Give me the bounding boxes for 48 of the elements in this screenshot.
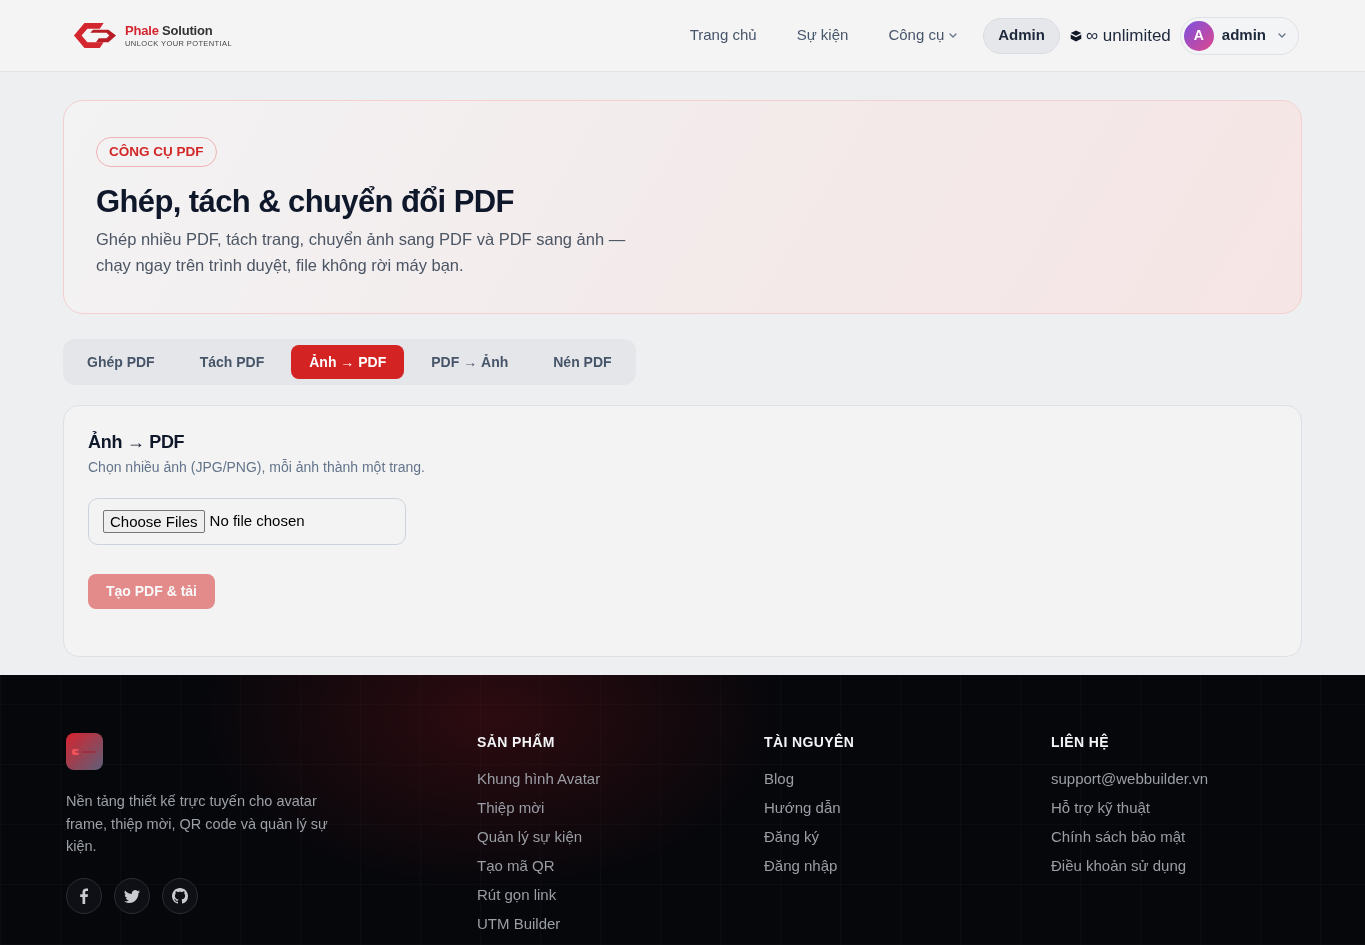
chevron-down-icon [949, 33, 958, 38]
footer-link[interactable]: Đăng ký [764, 826, 820, 849]
github-icon [172, 887, 188, 904]
page-title: Ghép, tách & chuyển đổi PDF [96, 183, 515, 221]
choose-files-button[interactable]: Choose Files [103, 509, 205, 533]
avatar: A [1183, 20, 1214, 51]
chevron-down-icon [1278, 33, 1286, 38]
social-link[interactable] [66, 877, 102, 914]
nav-link[interactable]: Trang chủ [689, 24, 757, 47]
footer-link[interactable]: Hỗ trợ kỹ thuật [1051, 797, 1151, 820]
footer-link[interactable]: Rút gọn link [477, 884, 557, 907]
footer-link[interactable]: support@webbuilder.vn [1051, 768, 1208, 791]
footer-link[interactable]: Blog [764, 768, 795, 791]
twitter-icon [124, 887, 140, 904]
quota-text: ∞ unlimited [1085, 24, 1171, 47]
footer-link[interactable]: Hướng dẫn [764, 797, 841, 820]
tool-tab[interactable]: Tách PDF [181, 345, 283, 379]
footer-link[interactable]: Khung hình Avatar [477, 768, 601, 791]
footer-link[interactable]: Đăng nhập [764, 855, 838, 878]
panel-title: Ảnh → PDF [88, 432, 186, 454]
social-link[interactable] [114, 877, 150, 914]
footer-link[interactable]: Quản lý sự kiện [477, 826, 583, 849]
file-input[interactable]: Choose Files No file chosen [88, 497, 406, 545]
cube-icon [1069, 29, 1082, 42]
tool-tab[interactable]: Ghép PDF [69, 345, 173, 379]
logo-icon [73, 22, 117, 49]
footer-description: Nền tảng thiết kế trực tuyến cho avatar frame, thiệp mời, QR code và quản lý sự kiện. [66, 792, 329, 856]
admin-button[interactable]: Admin [983, 17, 1060, 54]
tool-tab[interactable]: Ảnh → PDF [291, 345, 405, 379]
nav-link[interactable]: Công cụ [888, 24, 958, 47]
footer-heading: LIÊN HỆ [1051, 733, 1111, 751]
footer-link[interactable]: UTM Builder [477, 913, 561, 936]
brand-name: Phale Solution [125, 23, 214, 37]
file-status-text: No file chosen [209, 510, 305, 531]
user-menu-button[interactable]: A admin [1179, 16, 1299, 55]
panel-description: Chọn nhiều ảnh (JPG/PNG), mỗi ảnh thành một trang. [88, 457, 426, 477]
footer-link[interactable]: Điều khoản sử dụng [1051, 855, 1187, 878]
nav-link[interactable]: Sự kiện [796, 24, 849, 47]
social-link[interactable] [162, 877, 198, 914]
tool-tab[interactable]: PDF → Ảnh [413, 345, 527, 379]
page-subtitle: Ghép nhiều PDF, tách trang, chuyển ảnh sang PDF và PDF sang ảnh — chạy ngay trên trình duyệt, file không rời máy bạn. [96, 229, 627, 277]
footer-heading: TÀI NGUYÊN [764, 733, 856, 751]
footer-heading: SẢN PHẨM [477, 733, 556, 751]
logo-tile-icon [66, 733, 103, 770]
tool-tab[interactable]: Nén PDF [535, 345, 630, 379]
footer-link[interactable]: Chính sách bảo mật [1051, 826, 1186, 849]
footer-link[interactable]: Tạo mã QR [477, 855, 555, 878]
footer-link[interactable]: Thiệp mời [477, 797, 545, 820]
